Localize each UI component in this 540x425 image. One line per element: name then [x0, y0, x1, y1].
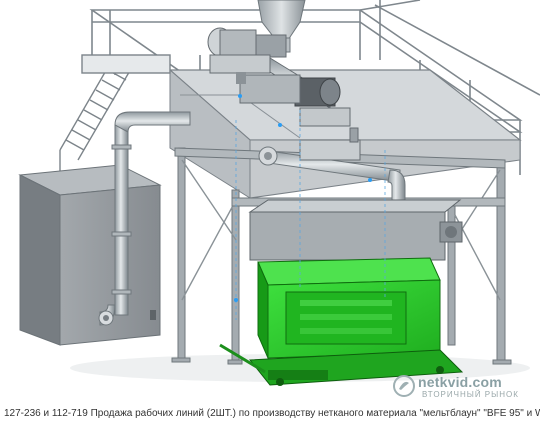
leaf-circle-icon [393, 375, 415, 397]
die-beam [248, 199, 463, 261]
collector-machine [219, 257, 464, 386]
watermark-brand: netkvid.com [418, 374, 502, 390]
caption-text: 127-236 и 112-719 Продажа рабочих линий … [4, 408, 540, 419]
watermark: netkvid.com ВТОРИЧНЫЙ РЫНОК [392, 372, 532, 402]
platform-deck [168, 68, 522, 199]
caption-bar: 127-236 и 112-719 Продажа рабочих линий … [0, 405, 540, 425]
watermark-tagline: ВТОРИЧНЫЙ РЫНОК [422, 390, 519, 399]
control-cabinet [18, 164, 162, 346]
plant-3d-render [18, 0, 540, 386]
